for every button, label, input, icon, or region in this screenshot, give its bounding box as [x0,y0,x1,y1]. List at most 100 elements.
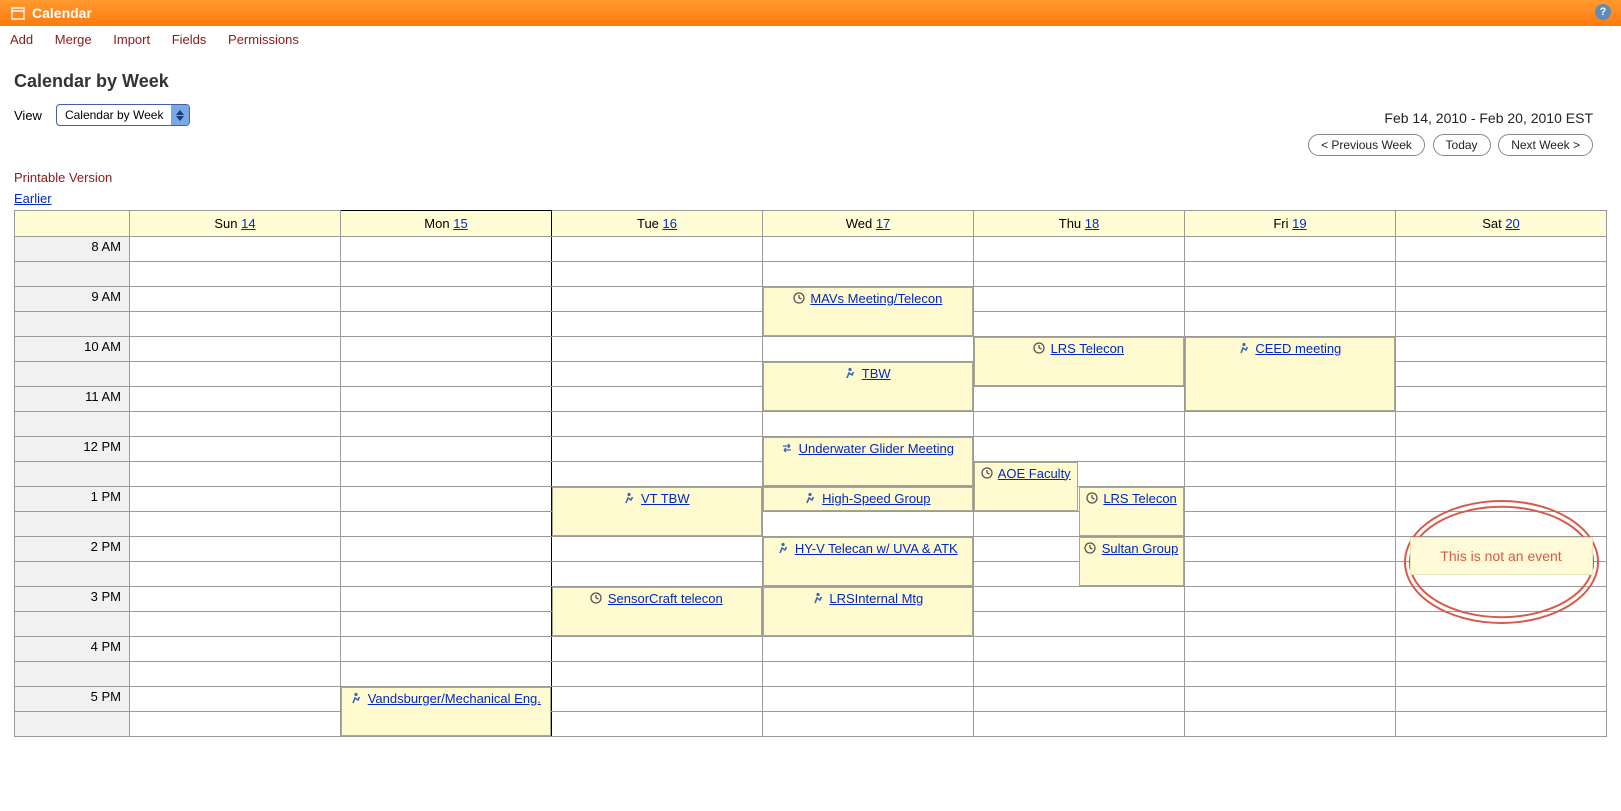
calendar-cell[interactable] [552,562,763,587]
event-link[interactable]: HY-V Telecan w/ UVA & ATK [795,541,958,556]
calendar-cell[interactable] [763,262,974,287]
today-button[interactable]: Today [1433,134,1491,156]
event-link[interactable]: Sultan Group [1102,541,1179,556]
calendar-cell[interactable] [1185,637,1396,662]
calendar-cell[interactable] [974,412,1185,437]
calendar-cell[interactable] [1396,462,1607,487]
calendar-cell[interactable] [1396,362,1607,387]
calendar-event[interactable]: High-Speed Group [763,487,973,511]
calendar-cell[interactable] [1396,587,1607,612]
calendar-cell[interactable] [341,562,552,587]
calendar-cell[interactable] [341,587,552,612]
calendar-cell[interactable] [1396,312,1607,337]
calendar-cell[interactable] [341,362,552,387]
calendar-cell[interactable] [1185,287,1396,312]
calendar-cell[interactable] [130,287,341,312]
calendar-event[interactable]: Underwater Glider Meeting [763,437,973,486]
calendar-cell[interactable] [130,437,341,462]
printable-version-link[interactable]: Printable Version [14,170,1607,185]
calendar-cell[interactable] [130,687,341,712]
calendar-cell[interactable] [552,437,763,462]
calendar-cell[interactable] [552,637,763,662]
calendar-cell[interactable] [552,687,763,712]
calendar-cell[interactable] [130,712,341,737]
calendar-cell[interactable] [763,237,974,262]
calendar-cell[interactable] [130,562,341,587]
calendar-cell[interactable] [130,237,341,262]
calendar-event[interactable]: LRS Telecon [1079,487,1184,536]
calendar-cell[interactable] [552,287,763,312]
calendar-cell[interactable] [1396,287,1607,312]
day-header-tue[interactable]: Tue 16 [552,211,763,237]
event-link[interactable]: Vandsburger/Mechanical Eng. [368,691,541,706]
calendar-event[interactable]: AOE Faculty [974,462,1079,511]
calendar-cell[interactable] [1396,237,1607,262]
calendar-cell[interactable] [552,412,763,437]
calendar-cell[interactable] [1185,512,1396,537]
calendar-cell[interactable] [341,612,552,637]
event-link[interactable]: SensorCraft telecon [608,591,723,606]
calendar-cell[interactable] [1185,437,1396,462]
calendar-cell[interactable] [341,412,552,437]
calendar-cell[interactable] [1396,437,1607,462]
calendar-cell[interactable] [1396,412,1607,437]
calendar-event[interactable]: Sultan Group [1079,537,1184,586]
calendar-cell[interactable] [130,487,341,512]
calendar-cell[interactable] [1185,262,1396,287]
calendar-cell[interactable] [552,462,763,487]
calendar-cell[interactable] [552,237,763,262]
calendar-cell[interactable] [552,662,763,687]
event-link[interactable]: AOE Faculty [998,466,1071,481]
menu-merge[interactable]: Merge [55,32,92,47]
calendar-cell[interactable] [130,462,341,487]
event-link[interactable]: LRS Telecon [1051,341,1124,356]
calendar-cell[interactable] [130,512,341,537]
calendar-cell[interactable] [1396,712,1607,737]
calendar-cell[interactable] [974,237,1185,262]
calendar-cell[interactable] [763,637,974,662]
day-header-mon[interactable]: Mon 15 [341,211,552,237]
calendar-cell[interactable] [1185,537,1396,562]
earlier-link[interactable]: Earlier [14,191,52,206]
calendar-cell[interactable] [130,637,341,662]
calendar-cell[interactable] [130,537,341,562]
calendar-cell[interactable] [130,312,341,337]
calendar-cell[interactable] [763,412,974,437]
calendar-cell[interactable] [974,587,1185,612]
day-header-sat[interactable]: Sat 20 [1396,211,1607,237]
event-link[interactable]: VT TBW [641,491,690,506]
calendar-cell[interactable] [1185,487,1396,512]
day-header-wed[interactable]: Wed 17 [763,211,974,237]
event-link[interactable]: TBW [862,366,891,381]
calendar-event[interactable]: TBW [763,362,973,411]
calendar-cell[interactable] [1396,387,1607,412]
calendar-cell[interactable] [763,662,974,687]
calendar-cell[interactable] [1396,687,1607,712]
calendar-cell[interactable] [552,337,763,362]
calendar-event[interactable]: VT TBW [552,487,762,536]
calendar-cell[interactable] [974,437,1185,462]
calendar-cell[interactable] [974,612,1185,637]
menu-import[interactable]: Import [113,32,150,47]
event-link[interactable]: High-Speed Group [822,491,930,506]
calendar-cell[interactable] [341,437,552,462]
calendar-cell[interactable] [130,337,341,362]
calendar-cell[interactable] [341,537,552,562]
calendar-cell[interactable] [1185,687,1396,712]
calendar-event[interactable]: HY-V Telecan w/ UVA & ATK [763,537,973,586]
calendar-cell[interactable] [1185,587,1396,612]
day-header-sun[interactable]: Sun 14 [130,211,341,237]
calendar-cell[interactable] [552,362,763,387]
calendar-cell[interactable] [341,662,552,687]
day-header-thu[interactable]: Thu 18 [974,211,1185,237]
calendar-cell[interactable] [341,287,552,312]
menu-fields[interactable]: Fields [172,32,207,47]
calendar-event[interactable]: MAVs Meeting/Telecon [763,287,973,336]
calendar-cell[interactable] [1185,312,1396,337]
calendar-cell[interactable] [974,637,1185,662]
calendar-cell[interactable] [974,712,1185,737]
event-link[interactable]: Underwater Glider Meeting [799,441,954,456]
calendar-cell[interactable] [552,387,763,412]
calendar-cell[interactable] [552,537,763,562]
event-link[interactable]: LRS Telecon [1103,491,1176,506]
